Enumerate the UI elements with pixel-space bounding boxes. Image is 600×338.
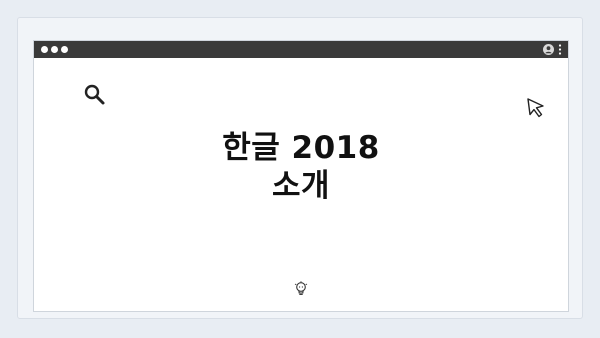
close-dot-icon[interactable] (41, 46, 48, 53)
more-vertical-icon[interactable] (558, 44, 562, 55)
cursor-pointer-icon (527, 98, 544, 118)
search-icon (84, 84, 105, 105)
user-icon[interactable] (543, 44, 554, 55)
page-title-line-1: 한글 2018 (222, 130, 380, 166)
lightbulb-icon (294, 281, 308, 295)
page: 한글 2018 소개 (0, 0, 600, 338)
maximize-dot-icon[interactable] (61, 46, 68, 53)
window-titlebar (34, 41, 568, 58)
page-title: 한글 2018 소개 (34, 129, 568, 205)
window-controls (41, 46, 71, 53)
browser-window: 한글 2018 소개 (33, 40, 569, 312)
page-title-line-2: 소개 (271, 168, 331, 204)
minimize-dot-icon[interactable] (51, 46, 58, 53)
titlebar-actions (543, 43, 562, 56)
